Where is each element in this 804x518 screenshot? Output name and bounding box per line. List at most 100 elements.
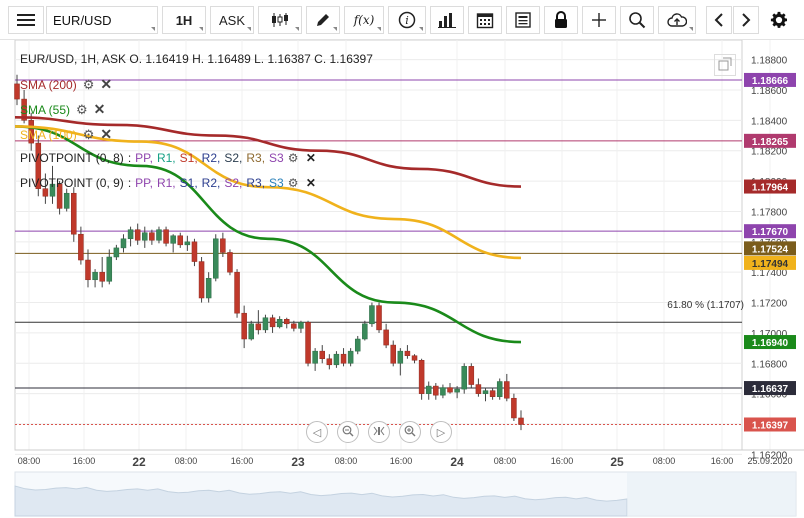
news-button[interactable] [506,6,540,34]
candle-body [220,238,226,253]
candle-body [78,233,84,261]
lock-button[interactable] [544,6,578,34]
gear-icon[interactable]: ⚙ [83,127,95,143]
indicator-label: SMA (55) [20,103,71,117]
calendar-button[interactable] [468,6,502,34]
menu-button[interactable] [8,6,44,34]
candle-body [113,247,120,258]
indicator-pivot-9[interactable]: PIVOTPOINT (0, 9): PP, R1, S1, R2, S2, R3, S3 ⚙ … [20,176,320,190]
zoom-out-button[interactable] [337,421,359,443]
candle-body [156,229,162,241]
indicator-sma-200[interactable]: SMA (200) ⚙ ✕ [20,76,112,93]
x-tick-label: 16:00 [390,456,413,466]
indicator-label: SMA (200) [20,78,77,92]
fib-level-label: 61.80 % (1.1707) [667,300,744,311]
zoom-button[interactable] [620,6,654,34]
candle-body [305,322,311,364]
zoom-out-icon [342,425,354,440]
price-tag-label: 1.17524 [752,244,789,255]
dropdown-caret-icon [333,27,337,31]
pivot-pp: PP, [135,151,153,165]
candle-body [134,229,141,241]
close-icon[interactable]: ✕ [306,176,316,190]
symbol-selector[interactable]: EUR/USD [46,6,158,34]
gear-icon[interactable]: ⚙ [76,102,88,118]
y-tick-label: 1.18800 [751,56,788,67]
candle-body [269,317,276,328]
y-tick-label: 1.18200 [751,147,788,158]
candle-body [99,271,105,282]
candle-body [142,232,148,241]
candle-body [454,388,460,393]
price-chart[interactable]: 1.188001.186001.184001.182001.180001.178… [0,40,804,518]
chart-grid [14,40,771,455]
fit-icon [373,425,385,440]
indicators-button[interactable]: f(x) [344,6,384,34]
candle-body [63,192,70,209]
pencil-icon [315,12,331,28]
candle-body [461,366,467,390]
gear-icon[interactable]: ⚙ [83,77,95,93]
candle-body [418,360,425,394]
chart-type-button[interactable] [258,6,302,34]
y-tick-label: 1.18400 [751,116,788,127]
price-side-selector[interactable]: ASK [210,6,254,34]
zoom-in-icon [404,425,416,440]
gear-icon[interactable]: ⚙ [288,176,299,190]
draw-tools-button[interactable] [306,6,340,34]
dropdown-caret-icon [247,27,251,31]
crosshair-icon [590,11,608,29]
pivot-r2: R2, [201,151,221,165]
calendar-icon [476,11,494,29]
volume-button[interactable] [430,6,464,34]
zoom-in-button[interactable] [399,421,421,443]
candle-body [340,353,347,364]
price-side-label: ASK [218,12,245,28]
timeframe-selector[interactable]: 1H [162,6,206,34]
indicator-sma-55[interactable]: SMA (55) ⚙ ✕ [20,101,105,118]
price-tag-label: 1.17670 [752,227,789,238]
pivot-r3: R3, [246,151,266,165]
candle-body [425,385,432,394]
navigator-strip[interactable] [14,471,797,517]
x-tick-label: 25.09.2020 [747,456,792,466]
close-icon[interactable]: ✕ [94,101,106,118]
popout-button[interactable] [714,54,736,76]
scroll-left-button[interactable] [706,6,732,34]
close-icon[interactable]: ✕ [100,126,112,143]
news-icon [514,11,532,29]
candle-body [518,417,524,425]
candle-body [170,235,176,244]
time-axis[interactable]: 08:00 16:00 22 08:00 16:00 23 08:00 16:00 24 08:0… [15,449,804,469]
reset-view-button[interactable] [368,421,390,443]
crosshair-button[interactable] [582,6,616,34]
candle-body [404,350,411,356]
function-icon: f(x) [353,13,375,27]
info-button[interactable]: i [388,6,426,34]
timeframe-label: 1H [175,12,193,28]
close-icon[interactable]: ✕ [306,151,316,165]
pan-right-button[interactable]: ▷ [430,421,452,443]
x-tick-label: 08:00 [653,456,676,466]
x-tick-label: 23 [291,455,305,469]
pivot-s1: S1, [179,176,198,190]
candle-body [511,397,517,419]
dropdown-caret-icon [151,27,155,31]
indicator-sma-100[interactable]: SMA (100) ⚙ ✕ [20,126,112,143]
candle-body [283,319,290,325]
chevron-left-icon [714,13,724,27]
cloud-save-button[interactable] [658,6,696,34]
settings-button[interactable] [764,6,794,34]
close-icon[interactable]: ✕ [100,76,112,93]
candle-body [276,319,283,328]
x-tick-label: 25 [610,455,624,469]
gear-icon[interactable]: ⚙ [288,151,299,165]
scroll-right-button[interactable] [733,6,759,34]
candle-body [354,338,361,352]
indicator-pivot-8[interactable]: PIVOTPOINT (0, 8): PP, R1, S1, R2, S2, R3, S3 ⚙ … [20,151,320,165]
candle-body [326,358,333,366]
pan-left-button[interactable]: ◁ [306,421,328,443]
candle-body [120,238,127,249]
price-tag-label: 1.16940 [752,338,789,349]
candle-body [85,259,91,281]
